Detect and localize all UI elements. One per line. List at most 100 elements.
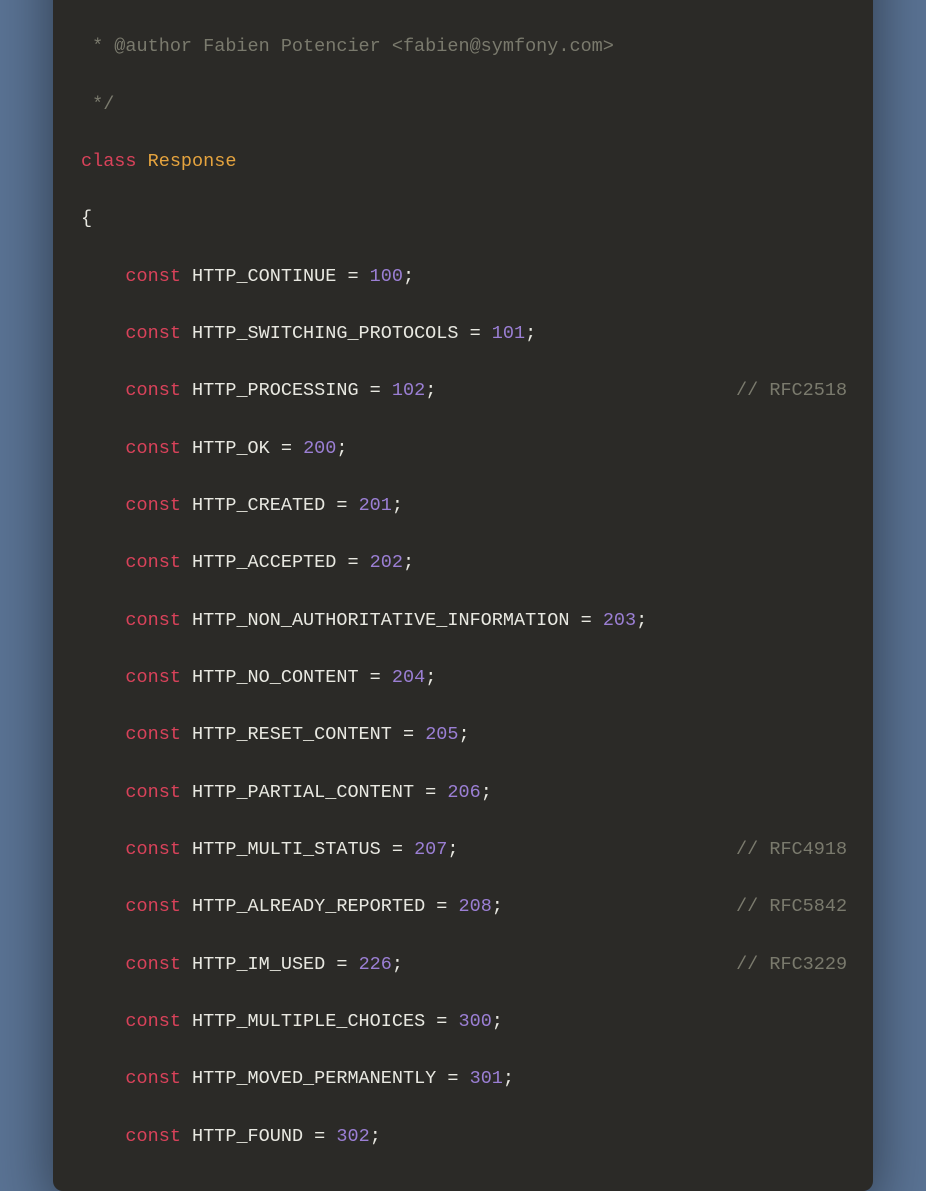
equals: = [425, 896, 458, 917]
const-name: HTTP_OK [192, 438, 270, 459]
equals: = [336, 552, 369, 573]
docblock-line: * [81, 0, 845, 5]
semicolon: ; [392, 954, 403, 975]
equals: = [325, 495, 358, 516]
const-name: HTTP_FOUND [192, 1126, 303, 1147]
const-value: 201 [359, 495, 392, 516]
semicolon: ; [403, 266, 414, 287]
semicolon: ; [525, 323, 536, 344]
const-value: 207 [414, 839, 447, 860]
equals: = [425, 1011, 458, 1032]
rfc-comment: // RFC4918 [736, 839, 847, 860]
const-line: const HTTP_MULTIPLE_CHOICES = 300; [81, 1008, 845, 1037]
const-value: 200 [303, 438, 336, 459]
code-window: /** * Response represents an HTTP respon… [53, 0, 873, 1191]
keyword-const: const [125, 782, 181, 803]
const-value: 101 [492, 323, 525, 344]
semicolon: ; [492, 896, 503, 917]
keyword-const: const [125, 438, 181, 459]
equals: = [381, 839, 414, 860]
const-name: HTTP_CREATED [192, 495, 325, 516]
equals: = [392, 724, 425, 745]
keyword-const: const [125, 610, 181, 631]
equals: = [325, 954, 358, 975]
equals: = [336, 266, 369, 287]
const-line: const HTTP_MOVED_PERMANENTLY = 301; [81, 1065, 845, 1094]
const-value: 206 [447, 782, 480, 803]
semicolon: ; [425, 380, 436, 401]
semicolon: ; [403, 552, 414, 573]
semicolon: ; [503, 1068, 514, 1089]
keyword-const: const [125, 724, 181, 745]
keyword-const: const [125, 1011, 181, 1032]
rfc-comment: // RFC5842 [736, 896, 847, 917]
keyword-const: const [125, 266, 181, 287]
const-value: 202 [370, 552, 403, 573]
docblock-line: * @author Fabien Potencier <fabien@symfo… [81, 33, 845, 62]
const-name: HTTP_MOVED_PERMANENTLY [192, 1068, 436, 1089]
equals: = [570, 610, 603, 631]
const-name: HTTP_NON_AUTHORITATIVE_INFORMATION [192, 610, 569, 631]
equals: = [359, 380, 392, 401]
const-value: 102 [392, 380, 425, 401]
keyword-const: const [125, 380, 181, 401]
keyword-const: const [125, 495, 181, 516]
const-name: HTTP_PROCESSING [192, 380, 359, 401]
const-value: 203 [603, 610, 636, 631]
semicolon: ; [459, 724, 470, 745]
equals: = [436, 1068, 469, 1089]
rfc-comment: // RFC2518 [736, 380, 847, 401]
const-line: const HTTP_IM_USED = 226; // RFC3229 [81, 951, 845, 980]
const-line: const HTTP_ACCEPTED = 202; [81, 549, 845, 578]
equals: = [414, 782, 447, 803]
const-line: const HTTP_SWITCHING_PROTOCOLS = 101; [81, 320, 845, 349]
const-line: const HTTP_RESET_CONTENT = 205; [81, 721, 845, 750]
equals: = [303, 1126, 336, 1147]
keyword-const: const [125, 552, 181, 573]
docblock-line: */ [81, 91, 845, 120]
const-line: const HTTP_PARTIAL_CONTENT = 206; [81, 779, 845, 808]
const-name: HTTP_SWITCHING_PROTOCOLS [192, 323, 458, 344]
const-line: const HTTP_ALREADY_REPORTED = 208; // RF… [81, 893, 845, 922]
semicolon: ; [481, 782, 492, 803]
const-line: const HTTP_PROCESSING = 102; // RFC2518 [81, 377, 845, 406]
brace-open: { [81, 205, 845, 234]
const-line: const HTTP_OK = 200; [81, 435, 845, 464]
const-line: const HTTP_FOUND = 302; [81, 1123, 845, 1152]
const-name: HTTP_CONTINUE [192, 266, 336, 287]
equals: = [458, 323, 491, 344]
const-name: HTTP_NO_CONTENT [192, 667, 359, 688]
const-line: const HTTP_NO_CONTENT = 204; [81, 664, 845, 693]
const-value: 302 [336, 1126, 369, 1147]
const-line: const HTTP_MULTI_STATUS = 207; // RFC491… [81, 836, 845, 865]
const-name: HTTP_IM_USED [192, 954, 325, 975]
semicolon: ; [425, 667, 436, 688]
const-name: HTTP_ALREADY_REPORTED [192, 896, 425, 917]
code-area: /** * Response represents an HTTP respon… [53, 0, 873, 1191]
semicolon: ; [370, 1126, 381, 1147]
const-line: const HTTP_CREATED = 201; [81, 492, 845, 521]
const-name: HTTP_ACCEPTED [192, 552, 336, 573]
keyword-class: class [81, 151, 137, 172]
const-name: HTTP_MULTI_STATUS [192, 839, 381, 860]
class-decl: class Response [81, 148, 845, 177]
const-value: 300 [458, 1011, 491, 1032]
keyword-const: const [125, 1068, 181, 1089]
const-name: HTTP_RESET_CONTENT [192, 724, 392, 745]
equals: = [359, 667, 392, 688]
semicolon: ; [392, 495, 403, 516]
keyword-const: const [125, 839, 181, 860]
keyword-const: const [125, 896, 181, 917]
semicolon: ; [336, 438, 347, 459]
keyword-const: const [125, 323, 181, 344]
const-value: 301 [470, 1068, 503, 1089]
const-value: 226 [359, 954, 392, 975]
const-name: HTTP_MULTIPLE_CHOICES [192, 1011, 425, 1032]
semicolon: ; [492, 1011, 503, 1032]
const-value: 208 [458, 896, 491, 917]
const-line: const HTTP_NON_AUTHORITATIVE_INFORMATION… [81, 607, 845, 636]
keyword-const: const [125, 667, 181, 688]
keyword-const: const [125, 954, 181, 975]
const-name: HTTP_PARTIAL_CONTENT [192, 782, 414, 803]
keyword-const: const [125, 1126, 181, 1147]
